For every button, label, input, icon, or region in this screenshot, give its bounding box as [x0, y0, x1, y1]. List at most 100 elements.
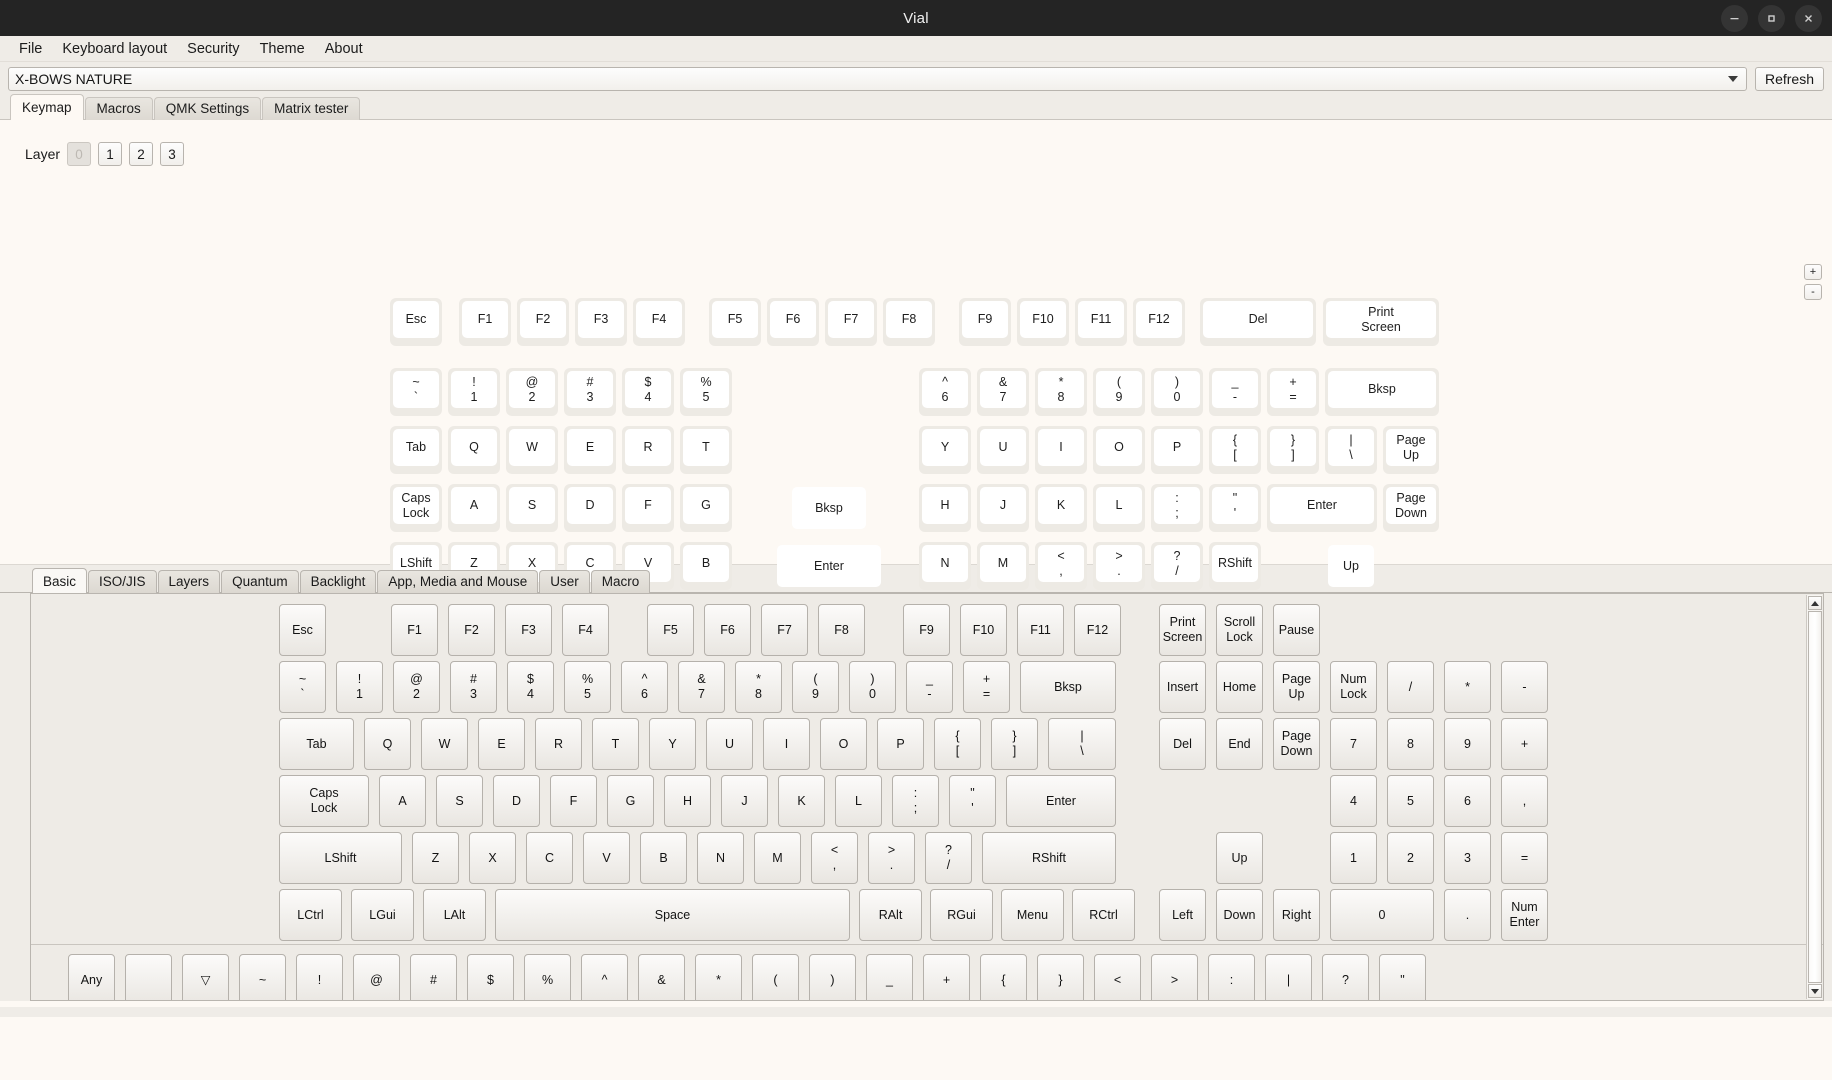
keymap-key-up[interactable]: Up — [1325, 542, 1377, 590]
keymap-key-lbracket[interactable]: {[ — [1209, 426, 1261, 474]
tab-keymap[interactable]: Keymap — [10, 94, 84, 121]
picker-key-sym[interactable]: : — [1208, 954, 1255, 1000]
picker-key-page-up[interactable]: Page Up — [1273, 661, 1320, 713]
picker-key-sym[interactable]: / — [1387, 661, 1434, 713]
keymap-key-h[interactable]: H — [919, 484, 971, 532]
keymap-key-w[interactable]: W — [506, 426, 558, 474]
picker-key-p[interactable]: P — [877, 718, 924, 770]
picker-key-f8[interactable]: F8 — [818, 604, 865, 656]
picker-key-7[interactable]: & 7 — [678, 661, 725, 713]
picker-key-x[interactable]: X — [469, 832, 516, 884]
picker-key-e[interactable]: E — [478, 718, 525, 770]
picker-key-num-enter[interactable]: Num Enter — [1501, 889, 1548, 941]
keymap-key-slash[interactable]: ? / — [1151, 542, 1203, 590]
picker-key-f11[interactable]: F11 — [1017, 604, 1064, 656]
picker-key-f6[interactable]: F6 — [704, 604, 751, 656]
picker-key-sym[interactable]: . — [1444, 889, 1491, 941]
tab-macros[interactable]: Macros — [84, 97, 153, 120]
keymap-key-0[interactable]: ) 0 — [1151, 368, 1203, 416]
picker-key-sym[interactable]: # — [410, 954, 457, 1000]
keymap-key-caps-lock[interactable]: Caps Lock — [390, 484, 442, 532]
keymap-key-q[interactable]: Q — [448, 426, 500, 474]
picker-key-7[interactable]: 7 — [1330, 718, 1377, 770]
keymap-key-m[interactable]: M — [977, 542, 1029, 590]
keymap-key-quote[interactable]: " ' — [1209, 484, 1261, 532]
picker-key-4[interactable]: $4 — [507, 661, 554, 713]
keymap-key-6[interactable]: ^ 6 — [919, 368, 971, 416]
picker-key-f12[interactable]: F12 — [1074, 604, 1121, 656]
keymap-key-i[interactable]: I — [1035, 426, 1087, 474]
picker-tab-layers[interactable]: Layers — [157, 570, 221, 593]
picker-key-w[interactable]: W — [421, 718, 468, 770]
picker-key-sym[interactable]: _ — [866, 954, 913, 1000]
keymap-key-f5[interactable]: F5 — [709, 298, 761, 346]
picker-tab-quantum[interactable]: Quantum — [221, 570, 299, 593]
picker-tab-iso-jis[interactable]: ISO/JIS — [88, 570, 157, 593]
picker-tab-user[interactable]: User — [539, 570, 590, 593]
picker-key-g[interactable]: G — [607, 775, 654, 827]
picker-tab-backlight[interactable]: Backlight — [299, 570, 377, 593]
device-select[interactable]: X-BOWS NATURE — [8, 67, 1747, 91]
keymap-key-f10[interactable]: F10 — [1017, 298, 1069, 346]
picker-key-f7[interactable]: F7 — [761, 604, 808, 656]
picker-key-5[interactable]: % 5 — [564, 661, 611, 713]
picker-key-t[interactable]: T — [592, 718, 639, 770]
picker-key-sym[interactable]: - — [1501, 661, 1548, 713]
picker-key-sym[interactable]: } — [1037, 954, 1084, 1000]
picker-key-i[interactable]: I — [763, 718, 810, 770]
keymap-key-tab[interactable]: Tab — [390, 426, 442, 474]
picker-key-rbracket[interactable]: }] — [991, 718, 1038, 770]
picker-key-0[interactable]: ) 0 — [849, 661, 896, 713]
keymap-key-j[interactable]: J — [977, 484, 1029, 532]
picker-key-d[interactable]: D — [493, 775, 540, 827]
picker-key-comma[interactable]: <, — [811, 832, 858, 884]
keymap-key-5[interactable]: % 5 — [680, 368, 732, 416]
picker-key-sym[interactable]: ~ — [239, 954, 286, 1000]
keymap-key-u[interactable]: U — [977, 426, 1029, 474]
keymap-key-n[interactable]: N — [919, 542, 971, 590]
picker-key-9[interactable]: 9 — [1444, 718, 1491, 770]
picker-key-a[interactable]: A — [379, 775, 426, 827]
keymap-key-f6[interactable]: F6 — [767, 298, 819, 346]
picker-key-sym[interactable]: > — [1151, 954, 1198, 1000]
picker-key-2[interactable]: 2 — [1387, 832, 1434, 884]
keymap-key-b[interactable]: B — [680, 542, 732, 590]
picker-key-b[interactable]: B — [640, 832, 687, 884]
picker-key-lshift[interactable]: LShift — [279, 832, 402, 884]
keymap-key-f9[interactable]: F9 — [959, 298, 1011, 346]
keymap-key-9[interactable]: (9 — [1093, 368, 1145, 416]
picker-key-num-lock[interactable]: Num Lock — [1330, 661, 1377, 713]
keymap-key-f3[interactable]: F3 — [575, 298, 627, 346]
picker-key-blank[interactable] — [125, 954, 172, 1000]
close-button[interactable] — [1795, 4, 1822, 32]
picker-key-scroll-lock[interactable]: Scroll Lock — [1216, 604, 1263, 656]
picker-key-sym[interactable]: & — [638, 954, 685, 1000]
keymap-key-2[interactable]: @2 — [506, 368, 558, 416]
picker-key-6[interactable]: 6 — [1444, 775, 1491, 827]
picker-key-sym[interactable]: ! — [296, 954, 343, 1000]
picker-key-1[interactable]: 1 — [1330, 832, 1377, 884]
picker-key-u[interactable]: U — [706, 718, 753, 770]
picker-key-8[interactable]: * 8 — [735, 661, 782, 713]
picker-key-space[interactable]: Space — [495, 889, 850, 941]
scroll-up-arrow-icon[interactable] — [1807, 596, 1822, 610]
picker-key-insert[interactable]: Insert — [1159, 661, 1206, 713]
keymap-key-semicolon[interactable]: :; — [1151, 484, 1203, 532]
picker-key-f4[interactable]: F4 — [562, 604, 609, 656]
picker-key-3[interactable]: 3 — [1444, 832, 1491, 884]
picker-key-sym[interactable]: < — [1094, 954, 1141, 1000]
picker-key-sym[interactable]: + — [1501, 718, 1548, 770]
keymap-key-l[interactable]: L — [1093, 484, 1145, 532]
keymap-key-rshift[interactable]: RShift — [1209, 542, 1261, 590]
picker-key-o[interactable]: O — [820, 718, 867, 770]
picker-key-9[interactable]: (9 — [792, 661, 839, 713]
picker-key-print-screen[interactable]: Print Screen — [1159, 604, 1206, 656]
picker-key-end[interactable]: End — [1216, 718, 1263, 770]
keymap-key-equal[interactable]: + = — [1267, 368, 1319, 416]
keymap-key-a[interactable]: A — [448, 484, 500, 532]
tab-qmk-settings[interactable]: QMK Settings — [153, 97, 262, 120]
keymap-key-backslash[interactable]: | \ — [1325, 426, 1377, 474]
picker-key-menu[interactable]: Menu — [1001, 889, 1064, 941]
keymap-key-r[interactable]: R — [622, 426, 674, 474]
picker-tab-basic[interactable]: Basic — [32, 568, 88, 594]
